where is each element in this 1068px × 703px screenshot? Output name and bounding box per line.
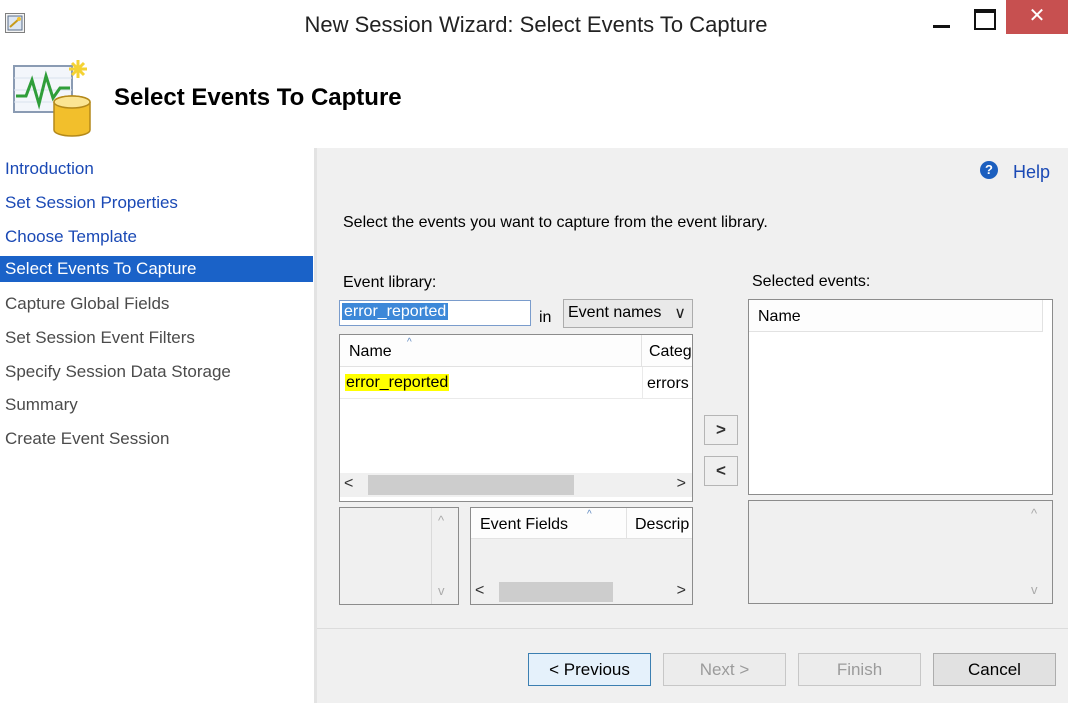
selected-events-label: Selected events:	[752, 273, 871, 290]
instruction-text: Select the events you want to capture fr…	[343, 214, 768, 231]
help-icon[interactable]: ?	[980, 161, 998, 179]
wizard-header: Select Events To Capture	[0, 48, 1068, 148]
horizontal-scrollbar[interactable]: < >	[471, 580, 692, 604]
vertical-scrollbar[interactable]: ^ v	[1025, 501, 1052, 603]
nav-item-select-events[interactable]: Select Events To Capture	[0, 256, 313, 282]
sort-ascending-icon: ^	[407, 337, 412, 348]
event-fields-grid: Event Fields ^ Descrip < >	[470, 507, 693, 605]
next-button: Next >	[663, 653, 786, 686]
cell-event-name: error_reported	[345, 374, 450, 391]
page-title: Select Events To Capture	[114, 84, 402, 111]
scroll-up-icon[interactable]: ^	[1031, 506, 1037, 521]
nav-item-create-event-session: Create Event Session	[5, 429, 170, 448]
in-label: in	[539, 309, 552, 326]
finish-button: Finish	[798, 653, 921, 686]
event-library-label: Event library:	[343, 274, 437, 291]
table-row[interactable]: error_reported errors	[340, 367, 692, 399]
category-list[interactable]: ^ v	[339, 507, 459, 605]
nav-item-set-event-filters: Set Session Event Filters	[5, 328, 195, 347]
search-scope-value: Event names	[568, 304, 662, 321]
scroll-up-icon[interactable]: ^	[438, 513, 444, 528]
horizontal-scrollbar[interactable]: < >	[340, 473, 692, 497]
nav-item-specify-data-storage: Specify Session Data Storage	[5, 362, 231, 381]
title-bar: New Session Wizard: Select Events To Cap…	[0, 0, 1068, 48]
minimize-button[interactable]	[918, 0, 964, 34]
main-panel: ? Help Select the events you want to cap…	[317, 148, 1068, 628]
search-scope-dropdown[interactable]: Event names ∨	[563, 299, 693, 328]
nav-item-capture-global-fields: Capture Global Fields	[5, 294, 170, 313]
wizard-nav: Introduction Set Session Properties Choo…	[0, 148, 314, 703]
search-input-value: error_reported	[342, 303, 449, 320]
selected-events-grid: Name	[748, 299, 1053, 495]
cell-event-category: errors	[642, 367, 692, 399]
column-header-name[interactable]: Name	[340, 335, 642, 367]
event-library-grid: Name ^ Categ error_reported errors < >	[339, 334, 693, 502]
scroll-down-icon[interactable]: v	[1031, 582, 1038, 597]
column-header-description[interactable]: Descrip	[627, 508, 692, 539]
column-header-category[interactable]: Categ	[642, 335, 692, 367]
chart-database-icon	[12, 58, 94, 138]
add-event-button[interactable]: >	[704, 415, 738, 445]
scroll-left-icon[interactable]: <	[475, 582, 484, 600]
event-description-box: ^ v	[748, 500, 1053, 604]
sort-ascending-icon: ^	[587, 509, 592, 520]
scroll-right-icon[interactable]: >	[677, 475, 686, 493]
fields-grid-header: Event Fields ^ Descrip	[471, 508, 692, 539]
scrollbar-thumb[interactable]	[499, 582, 613, 602]
help-link[interactable]: Help	[1013, 162, 1050, 183]
event-search-input[interactable]: error_reported	[339, 300, 531, 326]
window-title: New Session Wizard: Select Events To Cap…	[304, 12, 768, 37]
previous-button[interactable]: < Previous	[528, 653, 651, 686]
nav-item-introduction[interactable]: Introduction	[0, 156, 313, 182]
nav-item-summary: Summary	[5, 395, 78, 414]
scroll-left-icon[interactable]: <	[344, 475, 353, 493]
column-header-event-fields[interactable]: Event Fields	[471, 508, 627, 539]
vertical-scrollbar[interactable]: ^ v	[431, 508, 458, 604]
close-button[interactable]: ✕	[1006, 0, 1068, 34]
remove-event-button[interactable]: <	[704, 456, 738, 486]
nav-item-choose-template[interactable]: Choose Template	[0, 224, 313, 250]
grid-header: Name ^ Categ	[340, 335, 692, 367]
scrollbar-thumb[interactable]	[368, 475, 574, 495]
scroll-right-icon[interactable]: >	[677, 582, 686, 600]
cancel-button[interactable]: Cancel	[933, 653, 1056, 686]
column-header-selected-name[interactable]: Name	[749, 300, 1043, 332]
scroll-down-icon[interactable]: v	[438, 583, 445, 598]
nav-item-set-session-properties[interactable]: Set Session Properties	[0, 190, 313, 216]
maximize-button[interactable]	[965, 0, 1011, 34]
chevron-down-icon: ∨	[674, 305, 686, 322]
wizard-footer: < Previous Next > Finish Cancel	[317, 628, 1068, 703]
